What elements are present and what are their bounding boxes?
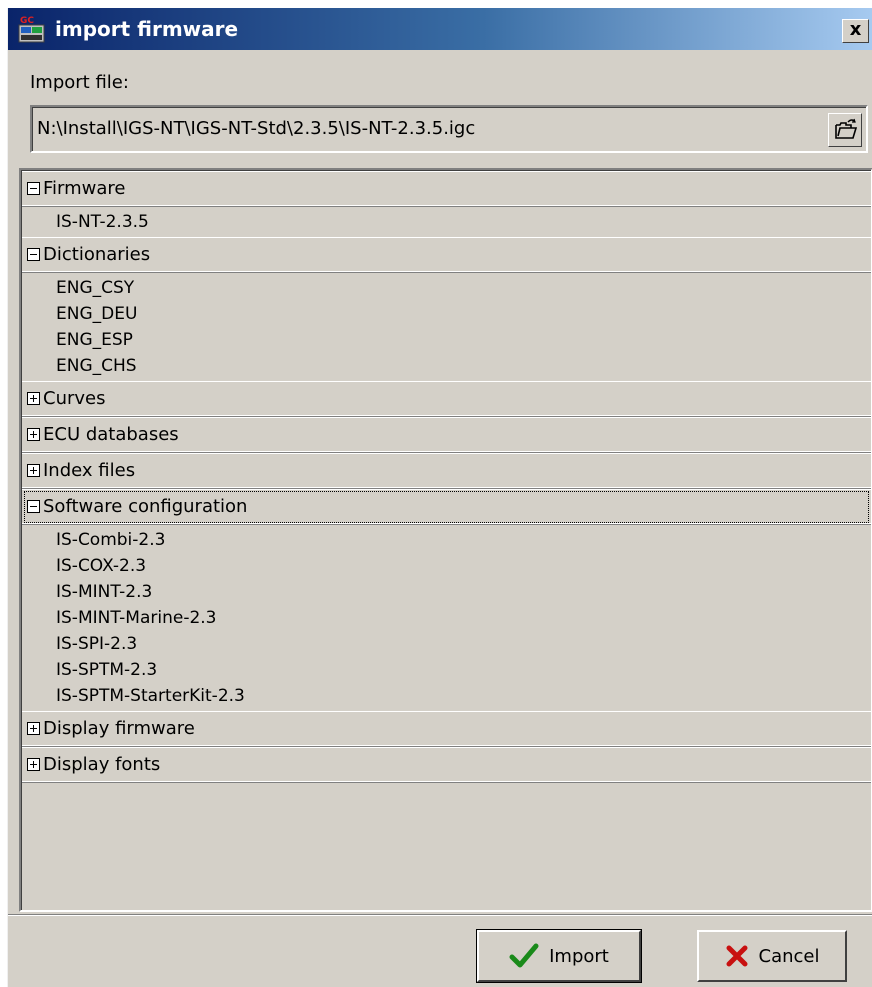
tree-item[interactable]: ENG_CSY: [56, 275, 871, 301]
tree-item[interactable]: ENG_ESP: [56, 327, 871, 353]
tree-group-items: ENG_CSY ENG_DEU ENG_ESP ENG_CHS: [22, 273, 871, 381]
tree-group-header[interactable]: Display firmware: [22, 711, 871, 747]
browse-button[interactable]: [828, 113, 862, 147]
app-icon: GC: [18, 16, 45, 43]
tree-group-label: Curves: [43, 388, 106, 409]
window-title: import firmware: [55, 17, 239, 41]
title-bar[interactable]: GC import firmware x: [8, 8, 872, 50]
tree-item[interactable]: ENG_DEU: [56, 301, 871, 327]
tree-item[interactable]: IS-SPTM-StarterKit-2.3: [56, 683, 871, 709]
tree-group-items: IS-Combi-2.3 IS-COX-2.3 IS-MINT-2.3 IS-MINT…: [22, 525, 871, 711]
tree-group-label: Display fonts: [43, 754, 161, 775]
tree-item[interactable]: IS-SPI-2.3: [56, 631, 871, 657]
tree-group-label: Dictionaries: [43, 244, 151, 265]
content-tree[interactable]: Firmware IS-NT-2.3.5 Dictionaries ENG_CSY EN…: [19, 168, 872, 912]
expand-icon[interactable]: [27, 722, 40, 735]
import-file-label: Import file:: [30, 72, 129, 93]
tree-item[interactable]: IS-SPTM-2.3: [56, 657, 871, 683]
footer-divider: [8, 914, 872, 916]
cancel-button[interactable]: Cancel: [697, 930, 847, 982]
tree-group-header[interactable]: Display fonts: [22, 747, 871, 783]
tree-group-header[interactable]: Index files: [22, 453, 871, 489]
open-folder-icon: [835, 118, 858, 139]
import-file-field[interactable]: N:\Install\IGS-NT\IGS-NT-Std\2.3.5\IS-NT…: [30, 105, 868, 153]
tree-group-header[interactable]: Software configuration: [22, 489, 871, 525]
svg-text:GC: GC: [20, 16, 34, 26]
tree-group-label: Index files: [43, 460, 136, 481]
expand-icon[interactable]: [27, 428, 40, 441]
tree-group-header[interactable]: Curves: [22, 381, 871, 417]
tree-item[interactable]: ENG_CHS: [56, 353, 871, 379]
tree-group-items: IS-NT-2.3.5: [22, 207, 871, 237]
tree-group-label: Display firmware: [43, 718, 195, 739]
x-mark-icon: [726, 945, 747, 967]
tree-group-header[interactable]: ECU databases: [22, 417, 871, 453]
tree-item[interactable]: IS-MINT-Marine-2.3: [56, 605, 871, 631]
tree-item[interactable]: IS-MINT-2.3: [56, 579, 871, 605]
import-file-path: N:\Install\IGS-NT\IGS-NT-Std\2.3.5\IS-NT…: [37, 118, 476, 139]
check-icon: [509, 943, 539, 968]
import-button-label: Import: [549, 945, 609, 967]
expand-icon[interactable]: [27, 392, 40, 405]
tree-item[interactable]: IS-NT-2.3.5: [56, 209, 871, 235]
tree-group-header[interactable]: Dictionaries: [22, 237, 871, 273]
tree-group-label: Software configuration: [43, 496, 248, 517]
tree-item[interactable]: IS-Combi-2.3: [56, 527, 871, 553]
tree-group-label: ECU databases: [43, 424, 179, 445]
import-button[interactable]: Import: [476, 929, 642, 983]
close-button[interactable]: x: [842, 19, 869, 43]
import-firmware-dialog: GC import firmware x Import file: N:\Ins…: [7, 8, 872, 987]
expand-icon[interactable]: [27, 464, 40, 477]
tree-group-header[interactable]: Firmware: [22, 171, 871, 207]
tree-item[interactable]: IS-COX-2.3: [56, 553, 871, 579]
collapse-icon[interactable]: [27, 248, 40, 261]
expand-icon[interactable]: [27, 758, 40, 771]
collapse-icon[interactable]: [27, 500, 40, 513]
collapse-icon[interactable]: [27, 182, 40, 195]
cancel-button-label: Cancel: [758, 945, 820, 967]
tree-group-label: Firmware: [43, 178, 126, 199]
